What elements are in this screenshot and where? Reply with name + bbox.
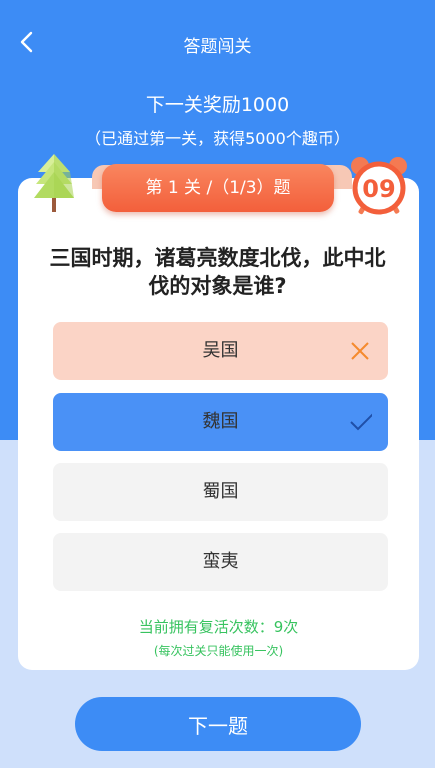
revive-count: 当前拥有复活次数：9次 xyxy=(138,618,299,636)
check-icon xyxy=(350,413,372,431)
alarm-clock-icon: 09 xyxy=(346,152,412,218)
option-label: 魏国 xyxy=(202,411,239,432)
revive-note: (每次过关只能使用一次) xyxy=(153,644,284,658)
question-text: 三国时期，诸葛亮数度北伐，此中北伐的对象是谁? xyxy=(49,246,386,298)
reward-title: 下一关奖励1000 xyxy=(145,94,290,116)
option-label: 蜀国 xyxy=(202,481,239,502)
timer-value: 09 xyxy=(362,175,395,203)
tree-icon xyxy=(32,152,76,216)
option-label: 蛮夷 xyxy=(202,551,239,572)
option-label: 吴国 xyxy=(202,340,239,361)
option-c[interactable]: 蜀国 xyxy=(53,463,388,521)
cross-icon xyxy=(351,342,369,360)
option-a[interactable]: 吴国 xyxy=(53,322,388,380)
reward-subtitle: （已通过第一关，获得5000个趣币） xyxy=(85,129,350,148)
level-badge: 第 1 关 /（1/3）题 xyxy=(102,164,334,212)
page-title: 答题闯关 xyxy=(183,37,252,57)
option-d[interactable]: 蛮夷 xyxy=(53,533,388,591)
option-b[interactable]: 魏国 xyxy=(53,393,388,451)
next-question-button[interactable]: 下一题 xyxy=(75,697,361,751)
